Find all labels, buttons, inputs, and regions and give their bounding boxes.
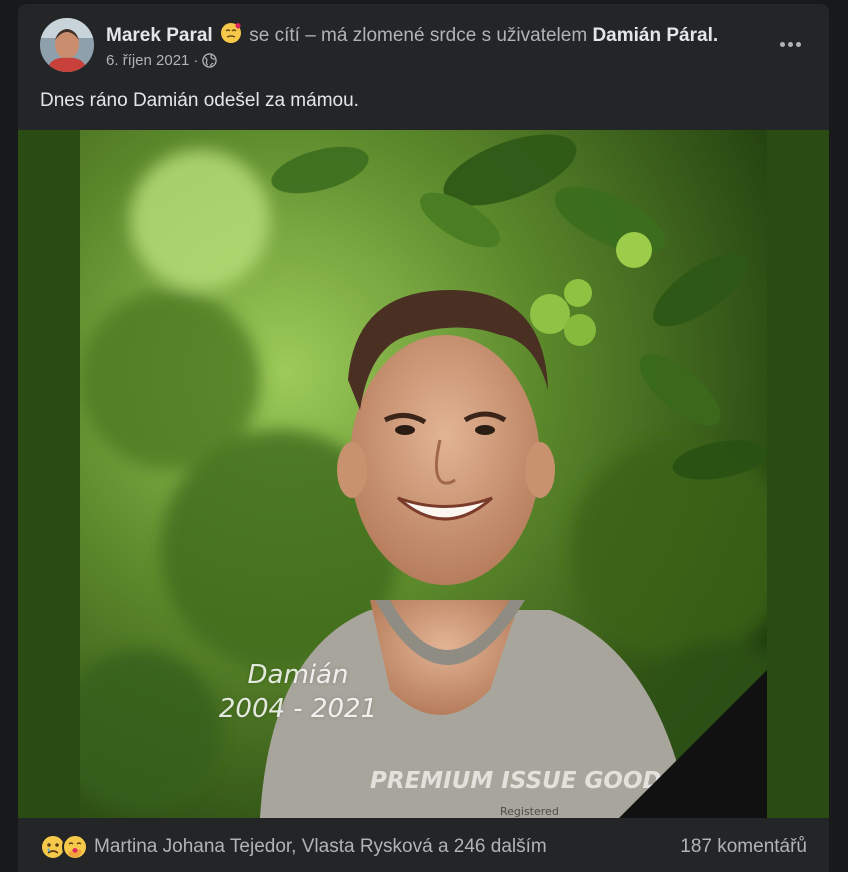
period: . [712, 25, 719, 46]
reactions-summary[interactable]: Martina Johana Tejedor, Vlasta Rysková a… [40, 834, 547, 860]
post-card: Marek Paral se cítí – má zlomené srdce s… [18, 4, 829, 872]
caption-name: Damián [247, 660, 349, 690]
post-date[interactable]: 6. říjen 2021 [106, 52, 189, 69]
caption-years: 2004 - 2021 [218, 694, 378, 724]
author-line: Marek Paral se cítí – má zlomené srdce s… [106, 22, 718, 50]
post-photo-frame[interactable]: PREMIUM ISSUE GOODS Registered Damián 20… [18, 130, 829, 818]
post-meta: 6. říjen 2021 · [106, 52, 218, 69]
memorial-caption: Damián 2004 - 2021 [208, 658, 388, 726]
post-header: Marek Paral se cítí – má zlomené srdce s… [18, 4, 829, 84]
post-footer: Martina Johana Tejedor, Vlasta Rysková a… [18, 818, 829, 872]
meta-separator: · [193, 52, 199, 69]
care-emoji-icon [62, 834, 88, 860]
memorial-photo: PREMIUM ISSUE GOODS Registered Damián 20… [80, 130, 767, 818]
globe-icon[interactable] [202, 53, 218, 68]
more-options-icon[interactable] [775, 32, 805, 56]
author-avatar[interactable] [40, 18, 94, 72]
mourning-ribbon [619, 670, 767, 818]
tagged-user[interactable]: Damián Páral [592, 25, 712, 46]
post-text: Dnes ráno Damián odešel za mámou. [40, 90, 359, 111]
author-name[interactable]: Marek Paral [106, 25, 213, 46]
shirt-subtext: Registered [500, 805, 559, 818]
feeling-text: se cítí – má zlomené srdce s uživatelem [249, 25, 588, 46]
broken-heart-face-emoji-icon [220, 22, 242, 50]
reactions-text: Martina Johana Tejedor, Vlasta Rysková a… [94, 836, 547, 857]
comments-count[interactable]: 187 komentářů [680, 836, 807, 858]
